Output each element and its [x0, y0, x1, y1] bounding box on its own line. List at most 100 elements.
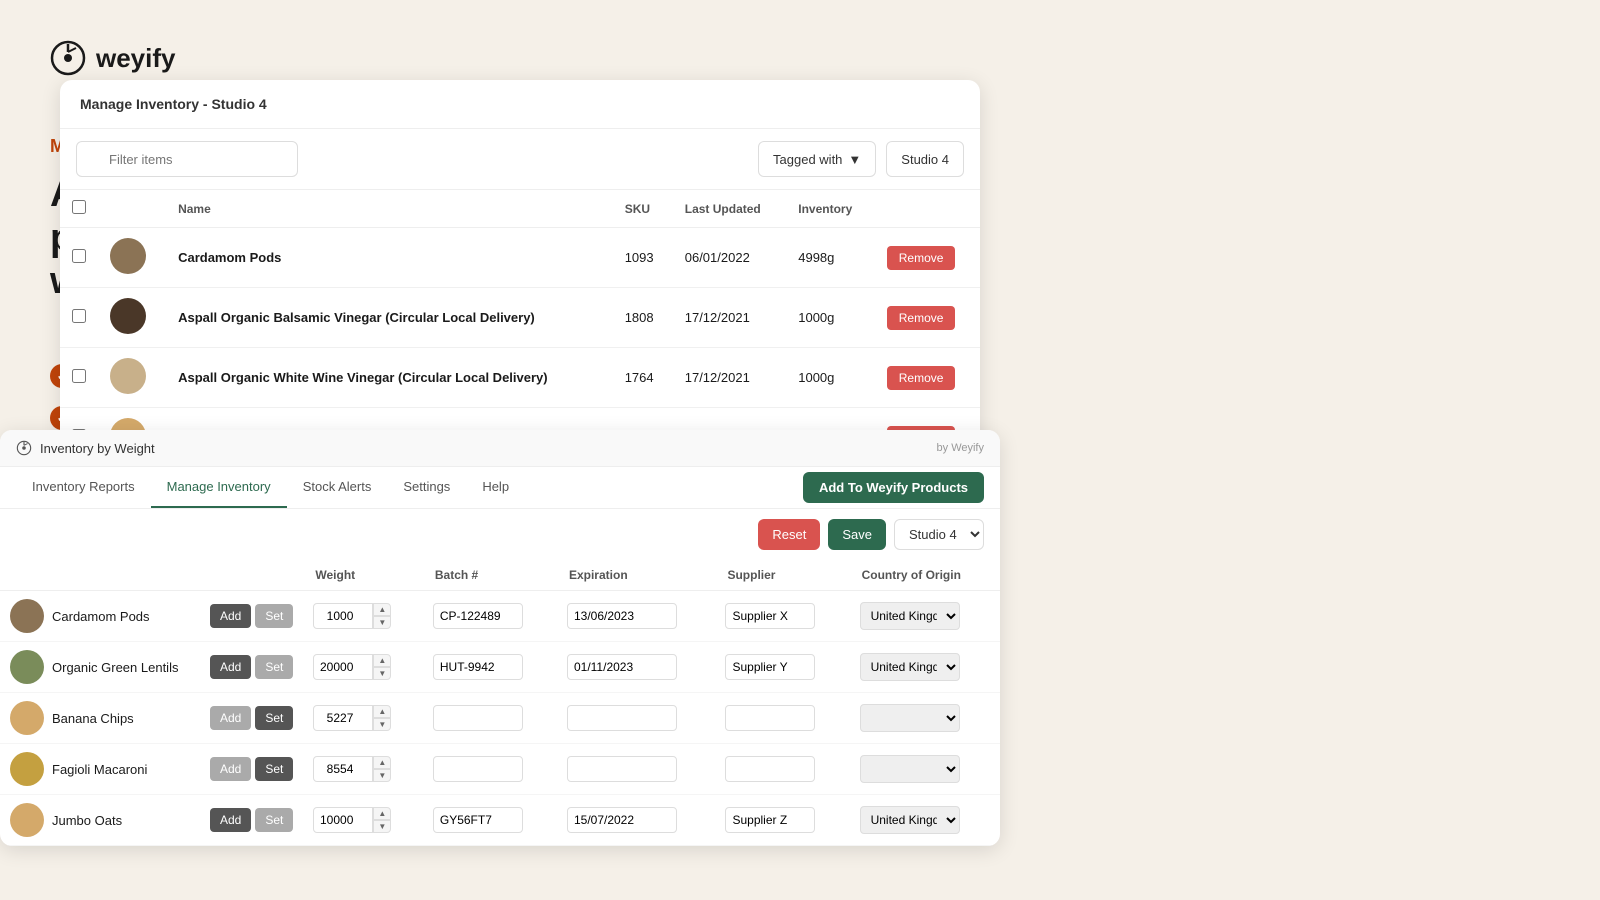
tab-stock-alerts[interactable]: Stock Alerts: [287, 467, 388, 508]
weight-table-row: Banana Chips Add Set ▲ ▼: [0, 693, 1000, 744]
bottom-card-topbar: Inventory by Weight by Weyify: [0, 430, 1000, 467]
supplier-input-4[interactable]: [725, 807, 815, 833]
weight-down-1[interactable]: ▼: [373, 667, 391, 680]
product-name: Banana Chips: [52, 711, 134, 726]
row-checkbox-0[interactable]: [72, 249, 86, 263]
expiry-input-4[interactable]: [567, 807, 677, 833]
reset-button[interactable]: Reset: [758, 519, 820, 550]
tagged-with-button[interactable]: Tagged with ▼: [758, 141, 876, 177]
country-select-4[interactable]: United Kingd...: [860, 806, 960, 834]
save-button[interactable]: Save: [828, 519, 886, 550]
studio-select[interactable]: Studio 4: [894, 519, 984, 550]
product-thumbnail: [110, 238, 146, 274]
product-circle: [10, 752, 44, 786]
country-select-3[interactable]: [860, 755, 960, 783]
weight-field-2: ▲ ▼: [313, 705, 412, 731]
weight-table-row: Organic Green Lentils Add Set ▲ ▼ United…: [0, 642, 1000, 693]
product-sku: 1808: [613, 288, 673, 348]
weight-input-3[interactable]: [313, 756, 373, 782]
inventory-weight-label: Inventory by Weight: [40, 441, 155, 456]
expiry-input-3[interactable]: [567, 756, 677, 782]
bottom-card-credit: by Weyify: [937, 442, 984, 454]
expiry-input-2[interactable]: [567, 705, 677, 731]
weight-down-3[interactable]: ▼: [373, 769, 391, 782]
filter-input[interactable]: [76, 141, 298, 177]
col-batch-header: Batch #: [423, 560, 557, 591]
weight-up-0[interactable]: ▲: [373, 603, 391, 616]
col-weight-header: Weight: [303, 560, 422, 591]
supplier-input-0[interactable]: [725, 603, 815, 629]
weight-up-3[interactable]: ▲: [373, 756, 391, 769]
weight-down-2[interactable]: ▼: [373, 718, 391, 731]
set-button-3[interactable]: Set: [255, 757, 293, 781]
batch-input-0[interactable]: [433, 603, 523, 629]
product-name: Organic Green Lentils: [52, 660, 178, 675]
batch-input-4[interactable]: [433, 807, 523, 833]
add-to-products-button[interactable]: Add To Weyify Products: [803, 472, 984, 503]
add-button-4[interactable]: Add: [210, 808, 251, 832]
inventory-weight-icon: [16, 440, 32, 456]
weight-input-1[interactable]: [313, 654, 373, 680]
add-button-0[interactable]: Add: [210, 604, 251, 628]
batch-input-3[interactable]: [433, 756, 523, 782]
supplier-input-2[interactable]: [725, 705, 815, 731]
select-all-checkbox[interactable]: [72, 200, 86, 214]
weight-input-4[interactable]: [313, 807, 373, 833]
remove-button[interactable]: Remove: [887, 366, 956, 390]
top-card-title: Manage Inventory - Studio 4: [60, 80, 980, 129]
set-button-2[interactable]: Set: [255, 706, 293, 730]
col-date-header: Last Updated: [673, 190, 787, 228]
row-checkbox-2[interactable]: [72, 369, 86, 383]
col-country-header: Country of Origin: [850, 560, 1000, 591]
expiry-input-0[interactable]: [567, 603, 677, 629]
product-circle: [10, 599, 44, 633]
weight-field-3: ▲ ▼: [313, 756, 412, 782]
supplier-input-1[interactable]: [725, 654, 815, 680]
col-sku-header: SKU: [613, 190, 673, 228]
country-select-2[interactable]: [860, 704, 960, 732]
remove-button[interactable]: Remove: [887, 246, 956, 270]
weight-field-0: ▲ ▼: [313, 603, 412, 629]
product-circle: [10, 701, 44, 735]
weight-input-2[interactable]: [313, 705, 373, 731]
tab-help[interactable]: Help: [466, 467, 525, 508]
add-button-2[interactable]: Add: [210, 706, 251, 730]
weight-down-4[interactable]: ▼: [373, 820, 391, 833]
product-circle: [10, 650, 44, 684]
tab-manage-inventory[interactable]: Manage Inventory: [151, 467, 287, 508]
batch-input-2[interactable]: [433, 705, 523, 731]
product-thumbnail: [110, 358, 146, 394]
weight-input-0[interactable]: [313, 603, 373, 629]
logo-area: weyify: [50, 40, 440, 76]
product-inventory: 1000g: [786, 348, 875, 408]
supplier-input-3[interactable]: [725, 756, 815, 782]
weight-up-1[interactable]: ▲: [373, 654, 391, 667]
country-select-0[interactable]: United Kingd...: [860, 602, 960, 630]
logo-icon: [50, 40, 86, 76]
product-sku: 1764: [613, 348, 673, 408]
weight-up-4[interactable]: ▲: [373, 807, 391, 820]
remove-button[interactable]: Remove: [887, 306, 956, 330]
set-button-1[interactable]: Set: [255, 655, 293, 679]
bottom-actions-bar: Reset Save Studio 4: [0, 509, 1000, 560]
tab-settings[interactable]: Settings: [387, 467, 466, 508]
batch-input-1[interactable]: [433, 654, 523, 680]
add-button-3[interactable]: Add: [210, 757, 251, 781]
logo-text: weyify: [96, 43, 176, 74]
add-button-1[interactable]: Add: [210, 655, 251, 679]
country-select-1[interactable]: United Kingd...: [860, 653, 960, 681]
expiry-input-1[interactable]: [567, 654, 677, 680]
product-date: 17/12/2021: [673, 348, 787, 408]
set-button-4[interactable]: Set: [255, 808, 293, 832]
weight-field-1: ▲ ▼: [313, 654, 412, 680]
weight-table-row: Jumbo Oats Add Set ▲ ▼ United Kingd...: [0, 795, 1000, 846]
table-row: Aspall Organic Balsamic Vinegar (Circula…: [60, 288, 980, 348]
row-checkbox-1[interactable]: [72, 309, 86, 323]
weight-down-0[interactable]: ▼: [373, 616, 391, 629]
product-thumbnail: [110, 298, 146, 334]
weight-up-2[interactable]: ▲: [373, 705, 391, 718]
tab-inventory-reports[interactable]: Inventory Reports: [16, 467, 151, 508]
product-name: Cardamom Pods: [166, 228, 613, 288]
set-button-0[interactable]: Set: [255, 604, 293, 628]
product-circle: [10, 803, 44, 837]
